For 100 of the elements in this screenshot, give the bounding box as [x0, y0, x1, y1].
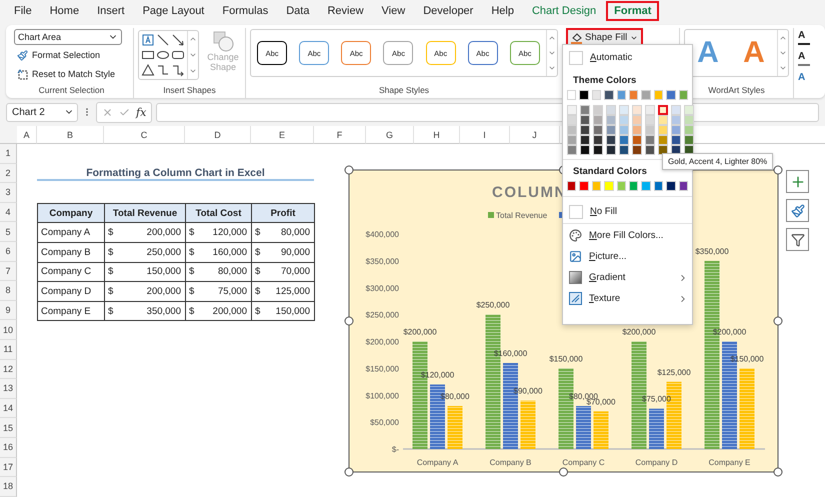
- menu-tab[interactable]: Data: [278, 1, 318, 21]
- menu-item[interactable]: Texture: [563, 288, 692, 309]
- texture-icon: [569, 292, 582, 305]
- menu-tab[interactable]: Insert: [89, 1, 133, 21]
- resize-handle[interactable]: [344, 316, 354, 326]
- reset-style-button[interactable]: Reset to Match Style: [14, 65, 116, 83]
- automatic-option[interactable]: Automatic: [563, 47, 692, 68]
- empty-swatch-icon: [569, 50, 583, 64]
- row-header[interactable]: 17: [0, 458, 17, 478]
- column-header[interactable]: E: [251, 126, 314, 144]
- cell-value: 200,000: [212, 306, 247, 317]
- rounded-rectangle-icon[interactable]: [171, 48, 185, 62]
- menu-tab[interactable]: Page Layout: [134, 1, 212, 21]
- triangle-icon[interactable]: [141, 63, 155, 77]
- insert-function-button[interactable]: fx: [136, 106, 146, 118]
- column-header[interactable]: I: [460, 126, 510, 144]
- row-header[interactable]: 7: [0, 262, 17, 282]
- category-label: Company C: [562, 458, 605, 467]
- column-header[interactable]: D: [185, 126, 251, 144]
- row-header[interactable]: 9: [0, 300, 17, 320]
- column-header[interactable]: H: [414, 126, 460, 144]
- row-header[interactable]: 5: [0, 222, 17, 242]
- scroll-down-icon[interactable]: [189, 51, 197, 59]
- text-format-button[interactable]: A: [798, 72, 810, 87]
- row-header[interactable]: 12: [0, 360, 17, 380]
- data-label: $160,000: [494, 349, 528, 358]
- resize-handle[interactable]: [774, 166, 782, 174]
- menu-tab[interactable]: Review: [319, 1, 372, 21]
- resize-handle[interactable]: [774, 468, 782, 476]
- row-header[interactable]: 18: [0, 477, 17, 497]
- resize-handle[interactable]: [559, 468, 568, 476]
- column-header[interactable]: A: [17, 126, 37, 144]
- menu-tab[interactable]: Home: [42, 1, 88, 21]
- column-header[interactable]: J: [510, 126, 560, 144]
- cell-value: 200,000: [146, 286, 181, 297]
- expand-icon[interactable]: [189, 67, 197, 75]
- menu-tab[interactable]: Format: [606, 1, 660, 21]
- format-selection-button[interactable]: Format Selection: [14, 46, 100, 64]
- axis-label: $200,000: [366, 338, 399, 346]
- cancel-icon[interactable]: [102, 106, 113, 118]
- row-header[interactable]: 3: [0, 183, 17, 203]
- menu-tab[interactable]: Developer: [415, 1, 482, 21]
- oval-icon[interactable]: [156, 48, 170, 62]
- row-header[interactable]: 10: [0, 320, 17, 340]
- data-label: $120,000: [420, 370, 454, 380]
- menu-tab[interactable]: File: [6, 1, 40, 21]
- axis-label: $300,000: [366, 284, 399, 293]
- resize-handle[interactable]: [774, 316, 782, 326]
- connector-arrow-icon[interactable]: [171, 63, 185, 77]
- name-box[interactable]: Chart 2: [6, 102, 78, 122]
- axis-label: $-: [392, 445, 399, 454]
- connector-icon[interactable]: [156, 63, 170, 77]
- table-header: Total Revenue: [104, 202, 186, 224]
- row-header[interactable]: 16: [0, 438, 17, 458]
- menu-tab[interactable]: Chart Design: [524, 1, 604, 21]
- menu-item[interactable]: Picture...: [563, 246, 692, 267]
- column-header[interactable]: G: [366, 126, 414, 144]
- menu-tab[interactable]: View: [374, 1, 414, 21]
- chart-elements-button[interactable]: [786, 170, 809, 193]
- section-heading: Theme Colors: [572, 74, 638, 88]
- row-header[interactable]: 15: [0, 418, 17, 438]
- menu-item[interactable]: No Fill: [563, 201, 692, 222]
- row-header[interactable]: 1: [0, 144, 17, 164]
- data-label: $150,000: [730, 354, 764, 364]
- column-header[interactable]: F: [314, 126, 366, 144]
- text-format-button[interactable]: A: [798, 51, 810, 66]
- row-header[interactable]: 13: [0, 379, 17, 399]
- row-header[interactable]: 8: [0, 281, 17, 301]
- group-label: WordArt Styles: [708, 85, 765, 97]
- rectangle-icon[interactable]: [141, 48, 155, 62]
- data-label: $200,000: [622, 328, 656, 336]
- menu-tab[interactable]: Help: [483, 1, 522, 21]
- scroll-up-icon[interactable]: [189, 35, 197, 43]
- chart-styles-button[interactable]: [786, 199, 809, 222]
- currency-symbol: $: [189, 227, 194, 238]
- resize-handle[interactable]: [344, 468, 354, 476]
- text-format-button[interactable]: A: [798, 30, 810, 45]
- enter-icon[interactable]: [119, 106, 130, 118]
- axis-label: $400,000: [366, 230, 399, 239]
- row-header[interactable]: 11: [0, 340, 17, 360]
- cell-value: 120,000: [212, 227, 247, 238]
- row-header[interactable]: 14: [0, 398, 17, 418]
- row-header[interactable]: 4: [0, 202, 17, 222]
- column-header[interactable]: C: [104, 126, 185, 144]
- row-header[interactable]: 6: [0, 242, 17, 262]
- chart-element-dropdown[interactable]: Chart Area: [14, 29, 122, 45]
- text-box-icon[interactable]: [141, 33, 155, 47]
- menu-tab[interactable]: Formulas: [214, 1, 276, 21]
- menu-item[interactable]: Gradient: [563, 267, 692, 288]
- axis-label: $150,000: [366, 364, 399, 374]
- row-header[interactable]: 2: [0, 164, 17, 184]
- category-label: Company B: [490, 458, 532, 467]
- chart-filters-button[interactable]: [786, 228, 809, 251]
- arrow-icon[interactable]: [171, 33, 185, 47]
- resize-handle[interactable]: [344, 166, 354, 174]
- column-header[interactable]: B: [37, 126, 104, 144]
- menu-item[interactable]: More Fill Colors...: [563, 225, 692, 246]
- line-icon[interactable]: [156, 33, 170, 47]
- color-swatch[interactable]: [658, 105, 668, 115]
- axis-label: $50,000: [370, 418, 399, 428]
